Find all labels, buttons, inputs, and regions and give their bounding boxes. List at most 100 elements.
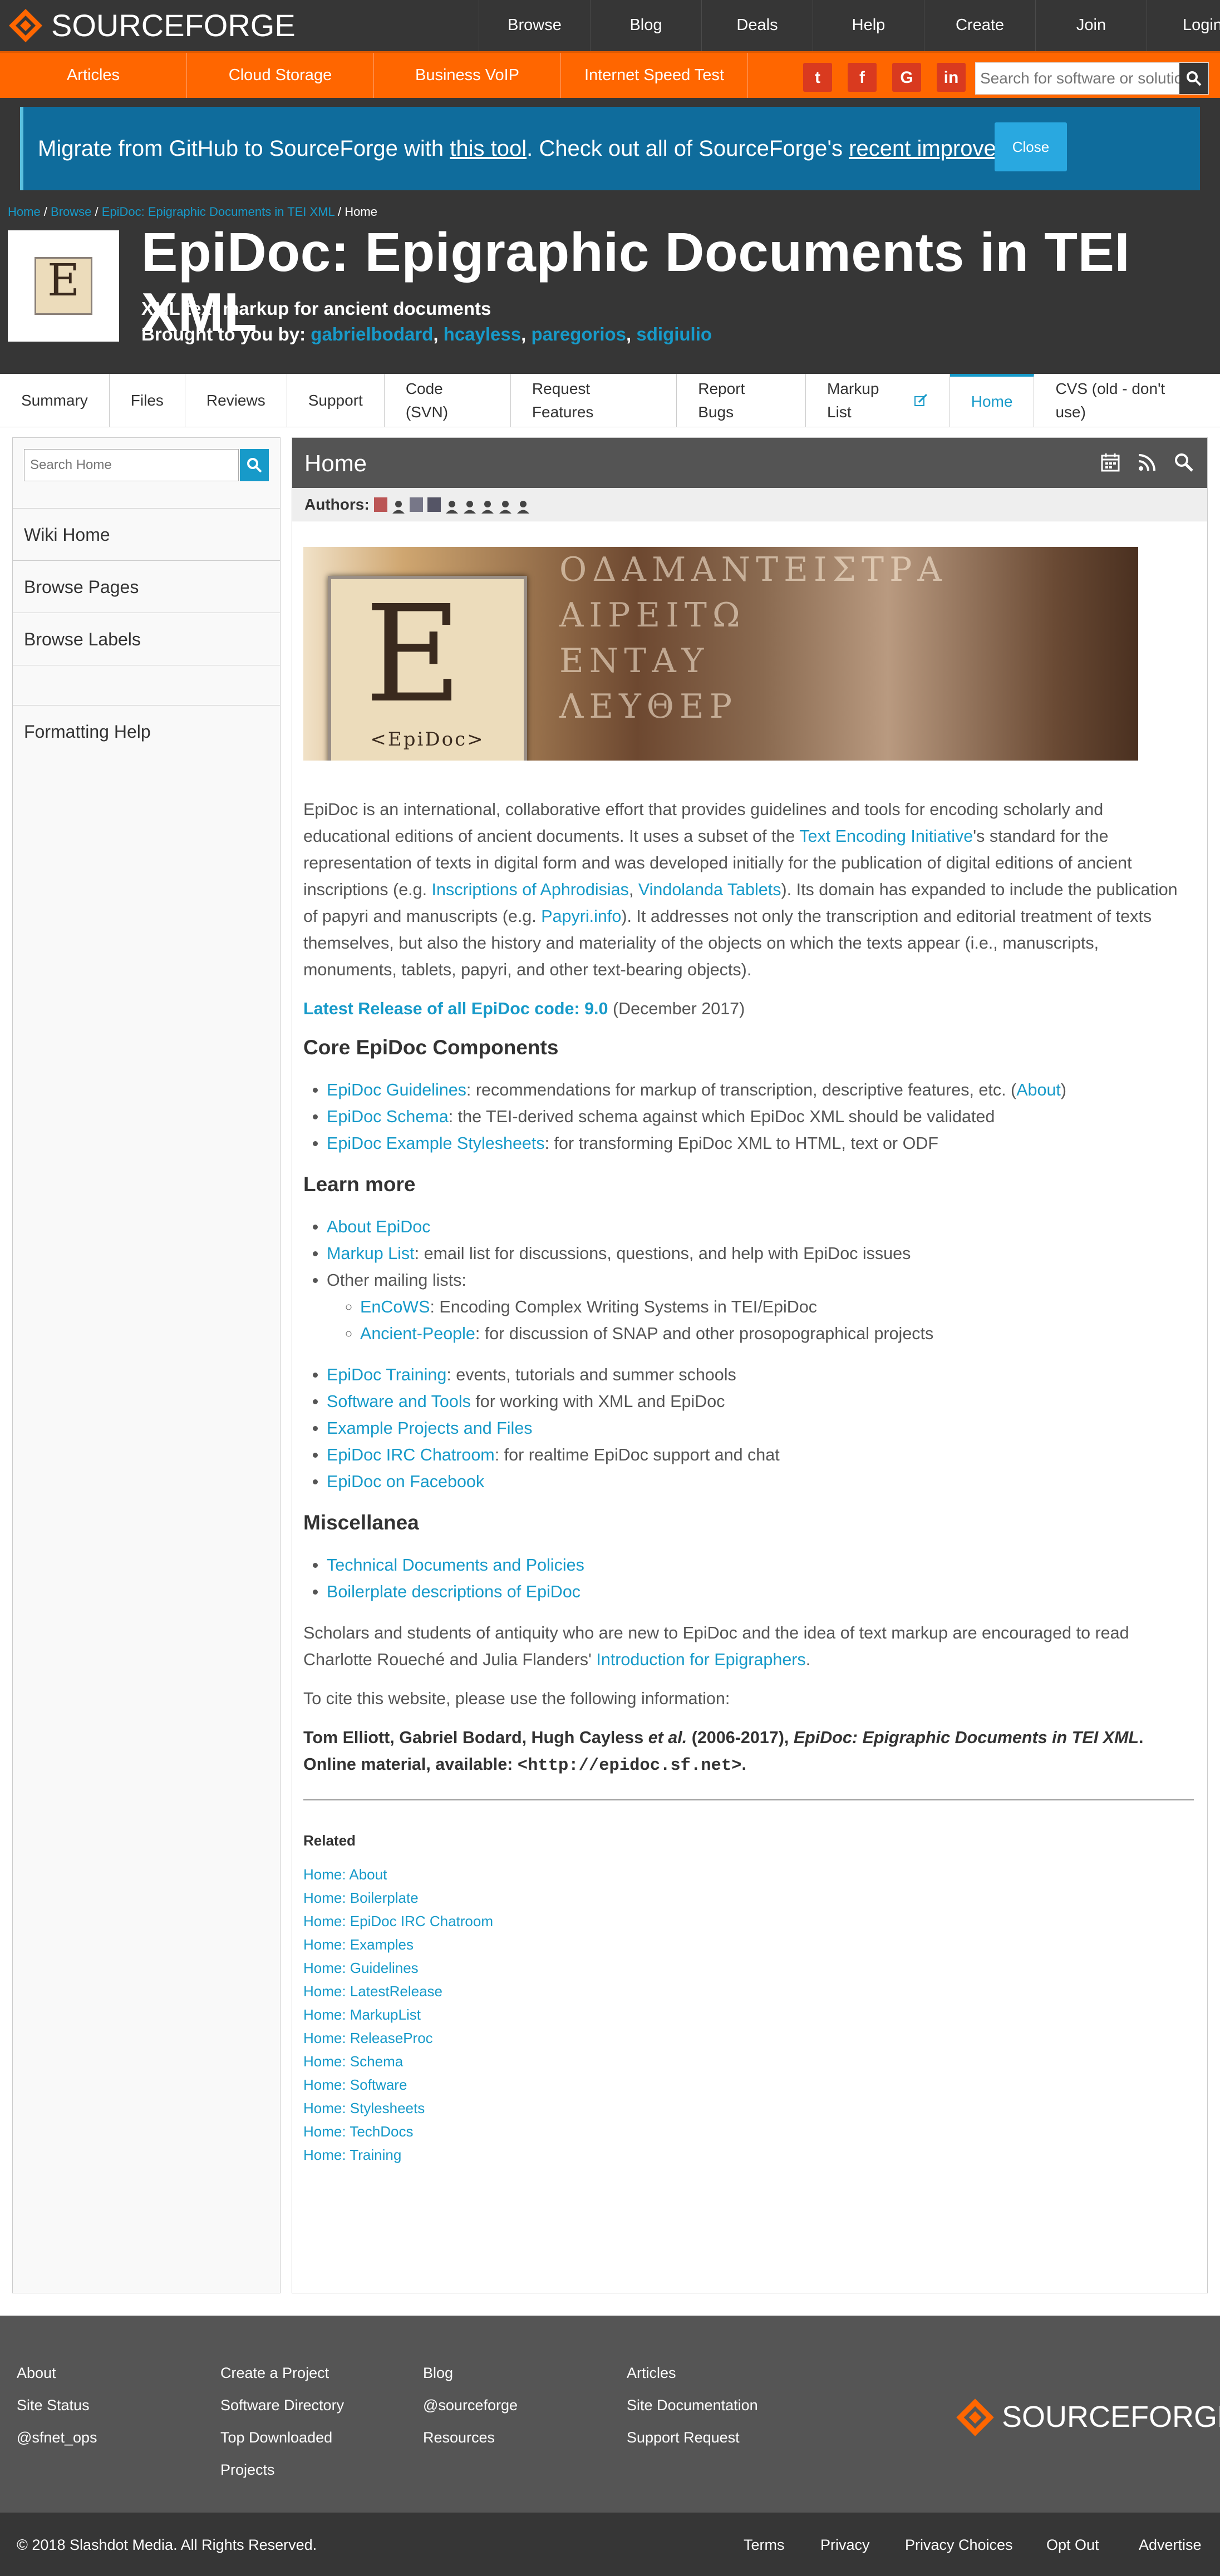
wiki-search-input[interactable] [24, 449, 239, 481]
link-intro-epigraphers[interactable]: Introduction for Epigraphers [596, 1650, 805, 1669]
link-boilerplate[interactable]: Boilerplate descriptions of EpiDoc [327, 1582, 581, 1601]
nav-join[interactable]: Join [1035, 0, 1147, 51]
related-link[interactable]: Home: LatestRelease [303, 1983, 442, 2000]
nav-blog[interactable]: Blog [590, 0, 701, 51]
related-link[interactable]: Home: Software [303, 2076, 407, 2093]
author-link[interactable]: sdigiulio [636, 324, 712, 344]
avatar[interactable] [445, 497, 459, 514]
author-link[interactable]: paregorios [531, 324, 626, 344]
sidebar-item-formatting-help[interactable]: Formatting Help [13, 705, 280, 757]
link-aphrodisias[interactable]: Inscriptions of Aphrodisias [432, 880, 629, 899]
related-link[interactable]: Home: Boilerplate [303, 1889, 419, 1906]
avatar[interactable] [427, 497, 441, 512]
related-link[interactable]: Home: Examples [303, 1936, 414, 1953]
nav-articles[interactable]: Articles [0, 53, 187, 98]
link-training[interactable]: EpiDoc Training [327, 1365, 446, 1384]
footer-link[interactable]: Create a Project [220, 2357, 344, 2389]
nav-help[interactable]: Help [813, 0, 924, 51]
link-software-tools[interactable]: Software and Tools [327, 1392, 471, 1411]
footer-privacy-choices[interactable]: Privacy Choices [905, 2534, 1013, 2557]
link-papyri[interactable]: Papyri.info [541, 907, 621, 926]
avatar[interactable] [499, 497, 512, 514]
related-link[interactable]: Home: TechDocs [303, 2123, 414, 2140]
nav-cloud-storage[interactable]: Cloud Storage [187, 53, 374, 98]
footer-privacy[interactable]: Privacy [820, 2534, 870, 2557]
footer-terms[interactable]: Terms [744, 2534, 785, 2557]
footer-link[interactable]: Site Status [17, 2389, 97, 2421]
footer-link[interactable]: Top Downloaded [220, 2421, 344, 2454]
project-logo[interactable]: E [8, 230, 119, 342]
footer-link[interactable]: Resources [423, 2421, 518, 2454]
avatar[interactable] [409, 497, 423, 512]
author-link[interactable]: gabrielbodard [311, 324, 433, 344]
tab-request-features[interactable]: Request Features [511, 374, 677, 427]
avatar[interactable] [373, 497, 387, 512]
sourceforge-logo[interactable]: SOURCEFORGE [8, 2, 296, 49]
link-latest-release[interactable]: Latest Release of all EpiDoc code: 9.0 [303, 999, 608, 1018]
footer-link[interactable]: Software Directory [220, 2389, 344, 2421]
rss-icon[interactable] [1137, 452, 1157, 472]
link-encows[interactable]: EnCoWS [360, 1297, 430, 1316]
nav-business-voip[interactable]: Business VoIP [374, 53, 561, 98]
avatar[interactable] [463, 497, 476, 514]
avatar[interactable] [481, 497, 494, 514]
banner-link-tool[interactable]: this tool [450, 136, 527, 161]
link-markup-list[interactable]: Markup List [327, 1244, 415, 1263]
related-link[interactable]: Home: ReleaseProc [303, 2030, 433, 2046]
google-icon[interactable]: G [892, 63, 921, 92]
sidebar-item-browse-pages[interactable]: Browse Pages [13, 560, 280, 613]
tab-files[interactable]: Files [110, 374, 185, 427]
footer-opt-out[interactable]: Opt Out [1046, 2534, 1099, 2557]
footer-link[interactable]: @sourceforge [423, 2389, 518, 2421]
sidebar-item-browse-labels[interactable]: Browse Labels [13, 613, 280, 665]
related-link[interactable]: Home: Stylesheets [303, 2100, 425, 2116]
sidebar-item-wiki-home[interactable]: Wiki Home [13, 508, 280, 560]
tab-home[interactable]: Home [950, 374, 1035, 427]
tab-report-bugs[interactable]: Report Bugs [677, 374, 806, 427]
author-link[interactable]: hcayless [444, 324, 521, 344]
link-irc[interactable]: EpiDoc IRC Chatroom [327, 1445, 495, 1464]
close-button[interactable]: Close [995, 122, 1067, 171]
nav-deals[interactable]: Deals [701, 0, 813, 51]
link-about-epidoc[interactable]: About EpiDoc [327, 1217, 431, 1236]
twitter-icon[interactable]: t [803, 63, 832, 92]
tab-reviews[interactable]: Reviews [185, 374, 287, 427]
facebook-icon[interactable]: f [848, 63, 877, 92]
tab-summary[interactable]: Summary [0, 374, 110, 427]
footer-link[interactable]: Projects [220, 2454, 344, 2486]
link-techdocs[interactable]: Technical Documents and Policies [327, 1556, 584, 1575]
related-link[interactable]: Home: About [303, 1866, 387, 1883]
related-link[interactable]: Home: Training [303, 2146, 401, 2163]
link-facebook[interactable]: EpiDoc on Facebook [327, 1472, 484, 1491]
tab-support[interactable]: Support [287, 374, 385, 427]
nav-create[interactable]: Create [924, 0, 1035, 51]
link-vindolanda[interactable]: Vindolanda Tablets [638, 880, 781, 899]
footer-link[interactable]: @sfnet_ops [17, 2421, 97, 2454]
nav-login[interactable]: Login [1147, 0, 1220, 51]
footer-link[interactable]: Support Request [627, 2421, 758, 2454]
site-search-button[interactable] [1179, 63, 1208, 94]
breadcrumb-browse[interactable]: Browse [51, 205, 91, 219]
calendar-icon[interactable] [1100, 452, 1120, 472]
link-schema[interactable]: EpiDoc Schema [327, 1107, 449, 1126]
link-stylesheets[interactable]: EpiDoc Example Stylesheets [327, 1134, 545, 1153]
footer-logo[interactable]: SOURCEFORGE [955, 2395, 1220, 2440]
link-guidelines[interactable]: EpiDoc Guidelines [327, 1080, 466, 1099]
nav-speed-test[interactable]: Internet Speed Test [561, 53, 748, 98]
site-search-input[interactable] [976, 63, 1182, 94]
related-link[interactable]: Home: Schema [303, 2053, 403, 2070]
avatar[interactable] [392, 497, 405, 514]
nav-browse[interactable]: Browse [479, 0, 590, 51]
related-link[interactable]: Home: Guidelines [303, 1960, 419, 1976]
footer-link[interactable]: Blog [423, 2357, 518, 2389]
tab-code[interactable]: Code (SVN) [385, 374, 511, 427]
footer-link[interactable]: Articles [627, 2357, 758, 2389]
footer-link[interactable]: About [17, 2357, 97, 2389]
link-examples[interactable]: Example Projects and Files [327, 1419, 533, 1438]
search-icon[interactable] [1174, 452, 1194, 472]
related-link[interactable]: Home: EpiDoc IRC Chatroom [303, 1913, 493, 1929]
link-about[interactable]: About [1016, 1080, 1061, 1099]
footer-link[interactable]: Site Documentation [627, 2389, 758, 2421]
related-link[interactable]: Home: MarkupList [303, 2006, 421, 2023]
tab-markup-list[interactable]: Markup List [806, 374, 950, 427]
